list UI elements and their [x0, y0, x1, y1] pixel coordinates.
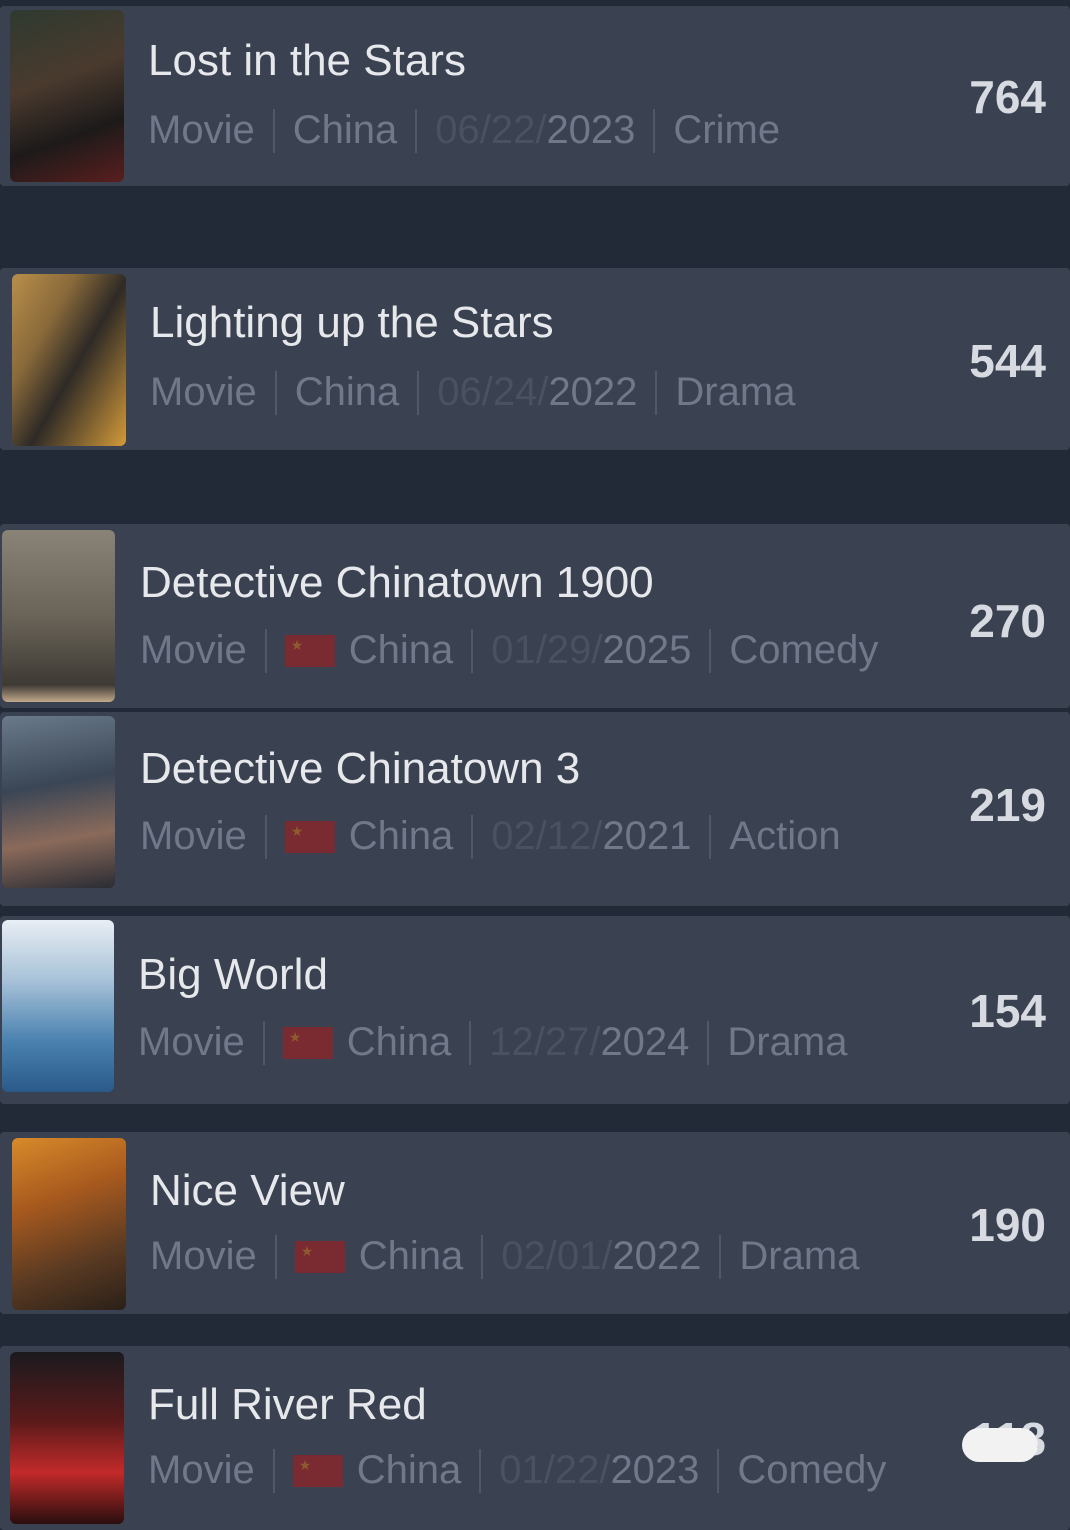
item-meta: Movie China 06/24/2022 Drama	[150, 370, 795, 415]
china-flag-icon	[284, 634, 335, 667]
divider	[709, 628, 712, 673]
item-date-year: 2025	[602, 628, 692, 672]
divider	[653, 108, 656, 153]
item-meta: Movie China 06/22/2023 Crime	[148, 108, 780, 153]
item-score: 219	[969, 779, 1046, 831]
item-country: China	[348, 814, 454, 858]
list-item[interactable]: Lighting up the Stars Movie China 06/24/…	[0, 268, 1070, 450]
item-score: 544	[969, 335, 1046, 387]
list-item[interactable]: Full River Red Movie China 01/22/2023 Co…	[0, 1346, 1070, 1530]
item-country: China	[356, 1448, 462, 1492]
item-title: Big World	[138, 950, 328, 999]
item-meta: Movie China 02/12/2021 Action	[140, 814, 841, 859]
item-score: 764	[969, 71, 1046, 123]
item-date-md: 01/29/	[491, 628, 603, 672]
divider	[469, 1020, 472, 1065]
item-genre: Drama	[739, 1234, 860, 1278]
divider	[479, 1448, 482, 1493]
item-type: Movie	[148, 108, 255, 152]
poster-image	[2, 716, 115, 888]
divider	[707, 1020, 710, 1065]
poster-image	[12, 1138, 126, 1310]
divider	[717, 1448, 720, 1493]
item-title: Detective Chinatown 3	[140, 744, 581, 793]
item-date-year: 2022	[548, 370, 638, 414]
item-title: Nice View	[150, 1166, 345, 1215]
item-date-md: 02/01/	[501, 1234, 613, 1278]
item-country: China	[292, 108, 398, 152]
item-meta: Movie China 12/27/2024 Drama	[138, 1020, 847, 1065]
list-item[interactable]: Lost in the Stars Movie China 06/22/2023…	[0, 6, 1070, 186]
item-type: Movie	[148, 1448, 255, 1492]
item-type: Movie	[150, 1234, 257, 1278]
item-title: Lighting up the Stars	[150, 298, 554, 347]
item-country: China	[348, 628, 454, 672]
item-title: Full River Red	[148, 1380, 427, 1429]
item-genre: Action	[729, 814, 841, 858]
item-date-md: 01/22/	[499, 1448, 611, 1492]
item-title: Detective Chinatown 1900	[140, 558, 654, 607]
divider	[417, 370, 420, 415]
item-date-md: 06/22/	[435, 108, 547, 152]
item-score: 190	[969, 1199, 1046, 1251]
divider	[274, 370, 277, 415]
divider	[415, 108, 418, 153]
item-type: Movie	[140, 628, 247, 672]
divider	[655, 370, 658, 415]
divider	[471, 628, 474, 673]
item-date-md: 06/24/	[437, 370, 549, 414]
item-country: China	[346, 1020, 452, 1064]
item-type: Movie	[140, 814, 247, 858]
list-item[interactable]: Detective Chinatown 1900 Movie China 01/…	[0, 524, 1070, 708]
item-date-year: 2024	[600, 1020, 690, 1064]
item-score: 270	[969, 595, 1046, 647]
divider	[481, 1234, 484, 1279]
item-meta: Movie China 01/29/2025 Comedy	[140, 628, 878, 673]
poster-image	[2, 530, 115, 702]
china-flag-icon	[292, 1454, 343, 1487]
china-flag-icon	[282, 1026, 333, 1059]
item-genre: Drama	[675, 370, 796, 414]
item-title: Lost in the Stars	[148, 36, 466, 85]
item-type: Movie	[150, 370, 257, 414]
item-date-year: 2023	[610, 1448, 700, 1492]
divider	[274, 1234, 277, 1279]
item-meta: Movie China 01/22/2023 Comedy	[148, 1448, 886, 1493]
list-item[interactable]: Nice View Movie China 02/01/2022 Drama 1…	[0, 1132, 1070, 1314]
item-score: 154	[969, 985, 1046, 1037]
divider	[272, 108, 275, 153]
divider	[709, 814, 712, 859]
poster-image	[10, 1352, 124, 1524]
item-genre: Crime	[673, 108, 781, 152]
item-genre: Drama	[727, 1020, 848, 1064]
item-genre: Comedy	[737, 1448, 887, 1492]
poster-image	[10, 10, 124, 182]
divider	[264, 628, 267, 673]
item-meta: Movie China 02/01/2022 Drama	[150, 1234, 859, 1279]
divider	[264, 814, 267, 859]
list-item[interactable]: Big World Movie China 12/27/2024 Drama 1…	[0, 916, 1070, 1104]
item-date-year: 2023	[546, 108, 636, 152]
watermark-badge	[962, 1428, 1038, 1462]
poster-image	[12, 274, 126, 446]
item-date-md: 12/27/	[489, 1020, 601, 1064]
divider	[272, 1448, 275, 1493]
list-item[interactable]: Detective Chinatown 3 Movie China 02/12/…	[0, 712, 1070, 906]
divider	[262, 1020, 265, 1065]
item-country: China	[294, 370, 400, 414]
item-date-md: 02/12/	[491, 814, 603, 858]
item-date-year: 2022	[612, 1234, 702, 1278]
poster-image	[2, 920, 114, 1092]
item-country: China	[358, 1234, 464, 1278]
china-flag-icon	[294, 1240, 345, 1273]
item-type: Movie	[138, 1020, 245, 1064]
divider	[719, 1234, 722, 1279]
china-flag-icon	[284, 820, 335, 853]
divider	[471, 814, 474, 859]
item-genre: Comedy	[729, 628, 879, 672]
item-date-year: 2021	[602, 814, 692, 858]
